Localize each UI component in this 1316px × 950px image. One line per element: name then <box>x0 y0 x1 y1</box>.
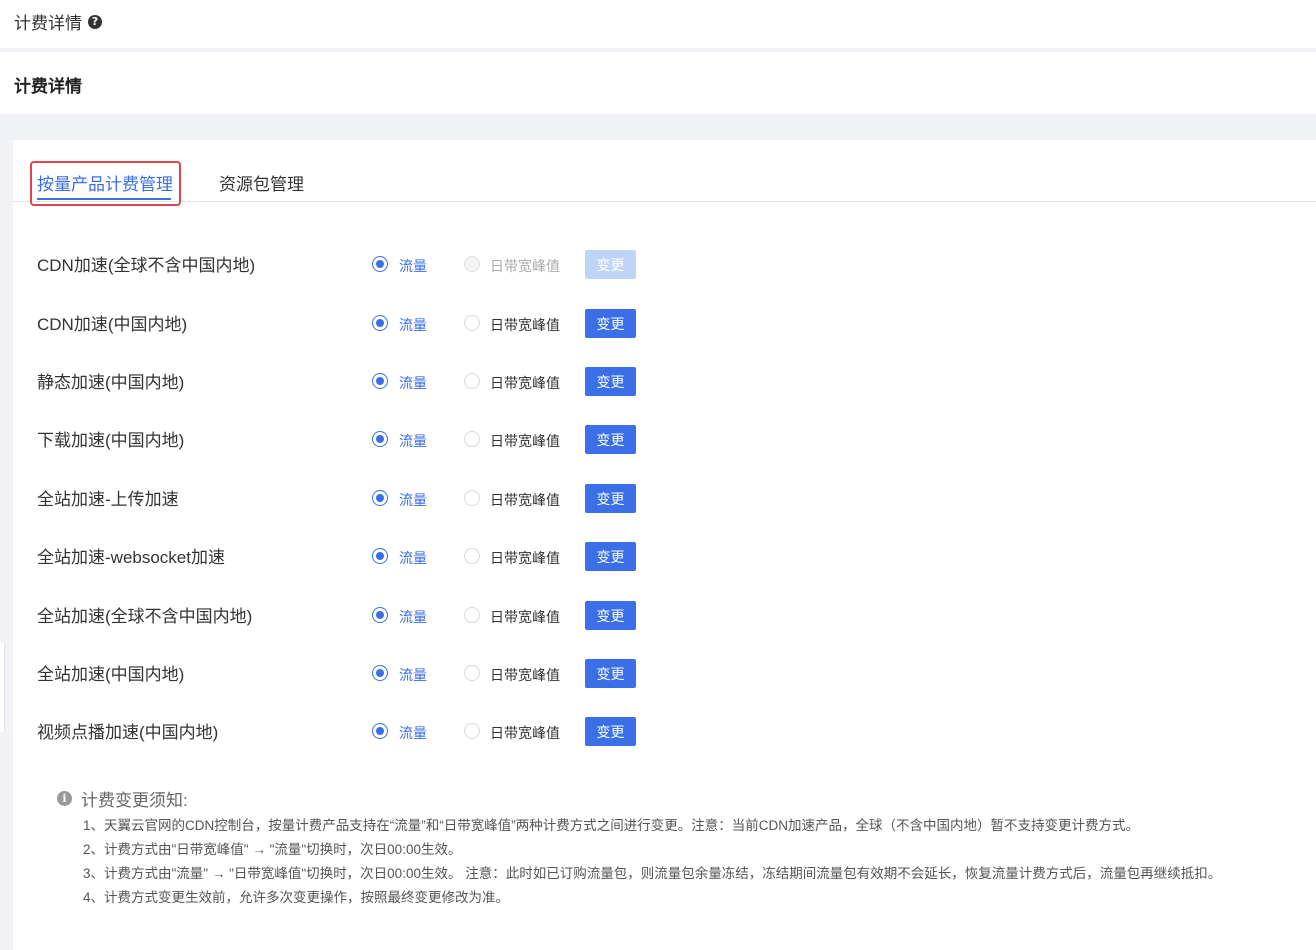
option-peak-label[interactable]: 日带宽峰值 <box>490 723 560 743</box>
product-name: 全站加速-websocket加速 <box>37 548 225 567</box>
billing-row: CDN加速(中国内地) 流量 日带宽峰值 变更 <box>13 307 1316 338</box>
product-name: CDN加速(中国内地) <box>37 315 188 334</box>
option-peak-label[interactable]: 日带宽峰值 <box>490 665 560 685</box>
radio-peak-bandwidth[interactable] <box>464 373 480 389</box>
option-peak-label[interactable]: 日带宽峰值 <box>490 431 560 451</box>
radio-traffic[interactable] <box>372 256 388 272</box>
tab-resource-package[interactable]: 资源包管理 <box>219 170 304 195</box>
option-traffic-label[interactable]: 流量 <box>399 256 427 276</box>
radio-traffic[interactable] <box>372 373 388 389</box>
option-traffic-label[interactable]: 流量 <box>399 490 427 510</box>
option-traffic-label[interactable]: 流量 <box>399 373 427 393</box>
option-peak-label[interactable]: 日带宽峰值 <box>490 315 560 335</box>
billing-row: 全站加速-上传加速 流量 日带宽峰值 变更 <box>13 482 1316 513</box>
option-peak-label: 日带宽峰值 <box>490 258 560 274</box>
change-button[interactable]: 变更 <box>585 659 636 688</box>
radio-peak-bandwidth[interactable] <box>464 548 480 564</box>
option-traffic-label[interactable]: 流量 <box>399 431 427 451</box>
info-circle-icon: i <box>57 791 72 806</box>
left-edge-handle <box>0 642 5 732</box>
option-traffic-label[interactable]: 流量 <box>399 548 427 568</box>
option-traffic-label[interactable]: 流量 <box>399 665 427 685</box>
product-name: CDN加速(全球不含中国内地) <box>37 256 256 275</box>
radio-traffic[interactable] <box>372 607 388 623</box>
option-peak-label[interactable]: 日带宽峰值 <box>490 607 560 627</box>
change-button[interactable]: 变更 <box>585 542 636 571</box>
option-peak-label[interactable]: 日带宽峰值 <box>490 373 560 393</box>
billing-row: 静态加速(中国内地) 流量 日带宽峰值 变更 <box>13 365 1316 396</box>
radio-peak-bandwidth[interactable] <box>464 315 480 331</box>
page-header: 计费详情 ? <box>14 9 102 34</box>
option-peak-label[interactable]: 日带宽峰值 <box>490 548 560 568</box>
billing-row: 全站加速(中国内地) 流量 日带宽峰值 变更 <box>13 657 1316 688</box>
page-title: 计费详情 <box>14 14 82 33</box>
section-title: 计费详情 <box>14 77 82 96</box>
option-traffic-label[interactable]: 流量 <box>399 315 427 335</box>
change-button[interactable]: 变更 <box>585 717 636 746</box>
note-item: 2、计费方式由"日带宽峰值" → "流量"切换时，次日00:00生效。 <box>83 842 462 857</box>
radio-traffic[interactable] <box>372 723 388 739</box>
change-button[interactable]: 变更 <box>585 367 636 396</box>
change-button[interactable]: 变更 <box>585 250 636 279</box>
top-bar: 计费详情 ? <box>0 0 1316 48</box>
radio-peak-bandwidth[interactable] <box>464 665 480 681</box>
tab-active-underline <box>37 198 171 200</box>
radio-traffic[interactable] <box>372 431 388 447</box>
billing-row: 下载加速(中国内地) 流量 日带宽峰值 变更 <box>13 423 1316 454</box>
radio-peak-bandwidth[interactable] <box>464 431 480 447</box>
notes-header: i 计费变更须知: <box>57 786 188 811</box>
radio-peak-bandwidth <box>464 256 480 272</box>
note-item: 4、计费方式变更生效前，允许多次变更操作，按照最终变更修改为准。 <box>83 890 510 905</box>
change-button[interactable]: 变更 <box>585 309 636 338</box>
radio-traffic[interactable] <box>372 315 388 331</box>
billing-row: CDN加速(全球不含中国内地) 流量 日带宽峰值 变更 <box>13 248 1316 279</box>
note-item: 1、天翼云官网的CDN控制台，按量计费产品支持在“流量”和“日带宽峰值”两种计费… <box>83 818 1139 833</box>
note-item: 3、计费方式由"流量" → "日带宽峰值"切换时，次日00:00生效。 注意：此… <box>83 866 1222 881</box>
product-name: 全站加速(全球不含中国内地) <box>37 607 253 626</box>
radio-traffic[interactable] <box>372 490 388 506</box>
radio-peak-bandwidth[interactable] <box>464 607 480 623</box>
product-name: 全站加速(中国内地) <box>37 665 185 684</box>
option-traffic-label[interactable]: 流量 <box>399 723 427 743</box>
option-peak-label[interactable]: 日带宽峰值 <box>490 490 560 510</box>
notes-title: 计费变更须知: <box>81 791 188 810</box>
billing-row: 视频点播加速(中国内地) 流量 日带宽峰值 变更 <box>13 715 1316 746</box>
radio-traffic[interactable] <box>372 548 388 564</box>
change-button[interactable]: 变更 <box>585 425 636 454</box>
product-name: 静态加速(中国内地) <box>37 373 185 392</box>
change-button[interactable]: 变更 <box>585 601 636 630</box>
product-name: 视频点播加速(中国内地) <box>37 723 219 742</box>
billing-row: 全站加速-websocket加速 流量 日带宽峰值 变更 <box>13 540 1316 571</box>
billing-card: 按量产品计费管理 资源包管理 CDN加速(全球不含中国内地) 流量 日带宽峰值 变更 C… <box>13 140 1316 950</box>
section-header: 计费详情 <box>0 52 1316 114</box>
question-circle-icon[interactable]: ? <box>88 14 102 29</box>
radio-peak-bandwidth[interactable] <box>464 723 480 739</box>
radio-peak-bandwidth[interactable] <box>464 490 480 506</box>
tab-bar: 按量产品计费管理 资源包管理 <box>13 140 1316 206</box>
radio-traffic[interactable] <box>372 665 388 681</box>
product-name: 全站加速-上传加速 <box>37 490 179 509</box>
billing-row: 全站加速(全球不含中国内地) 流量 日带宽峰值 变更 <box>13 599 1316 630</box>
option-traffic-label[interactable]: 流量 <box>399 607 427 627</box>
tab-pay-as-you-go[interactable]: 按量产品计费管理 <box>37 170 173 195</box>
product-name: 下载加速(中国内地) <box>37 431 185 450</box>
change-button[interactable]: 变更 <box>585 484 636 513</box>
